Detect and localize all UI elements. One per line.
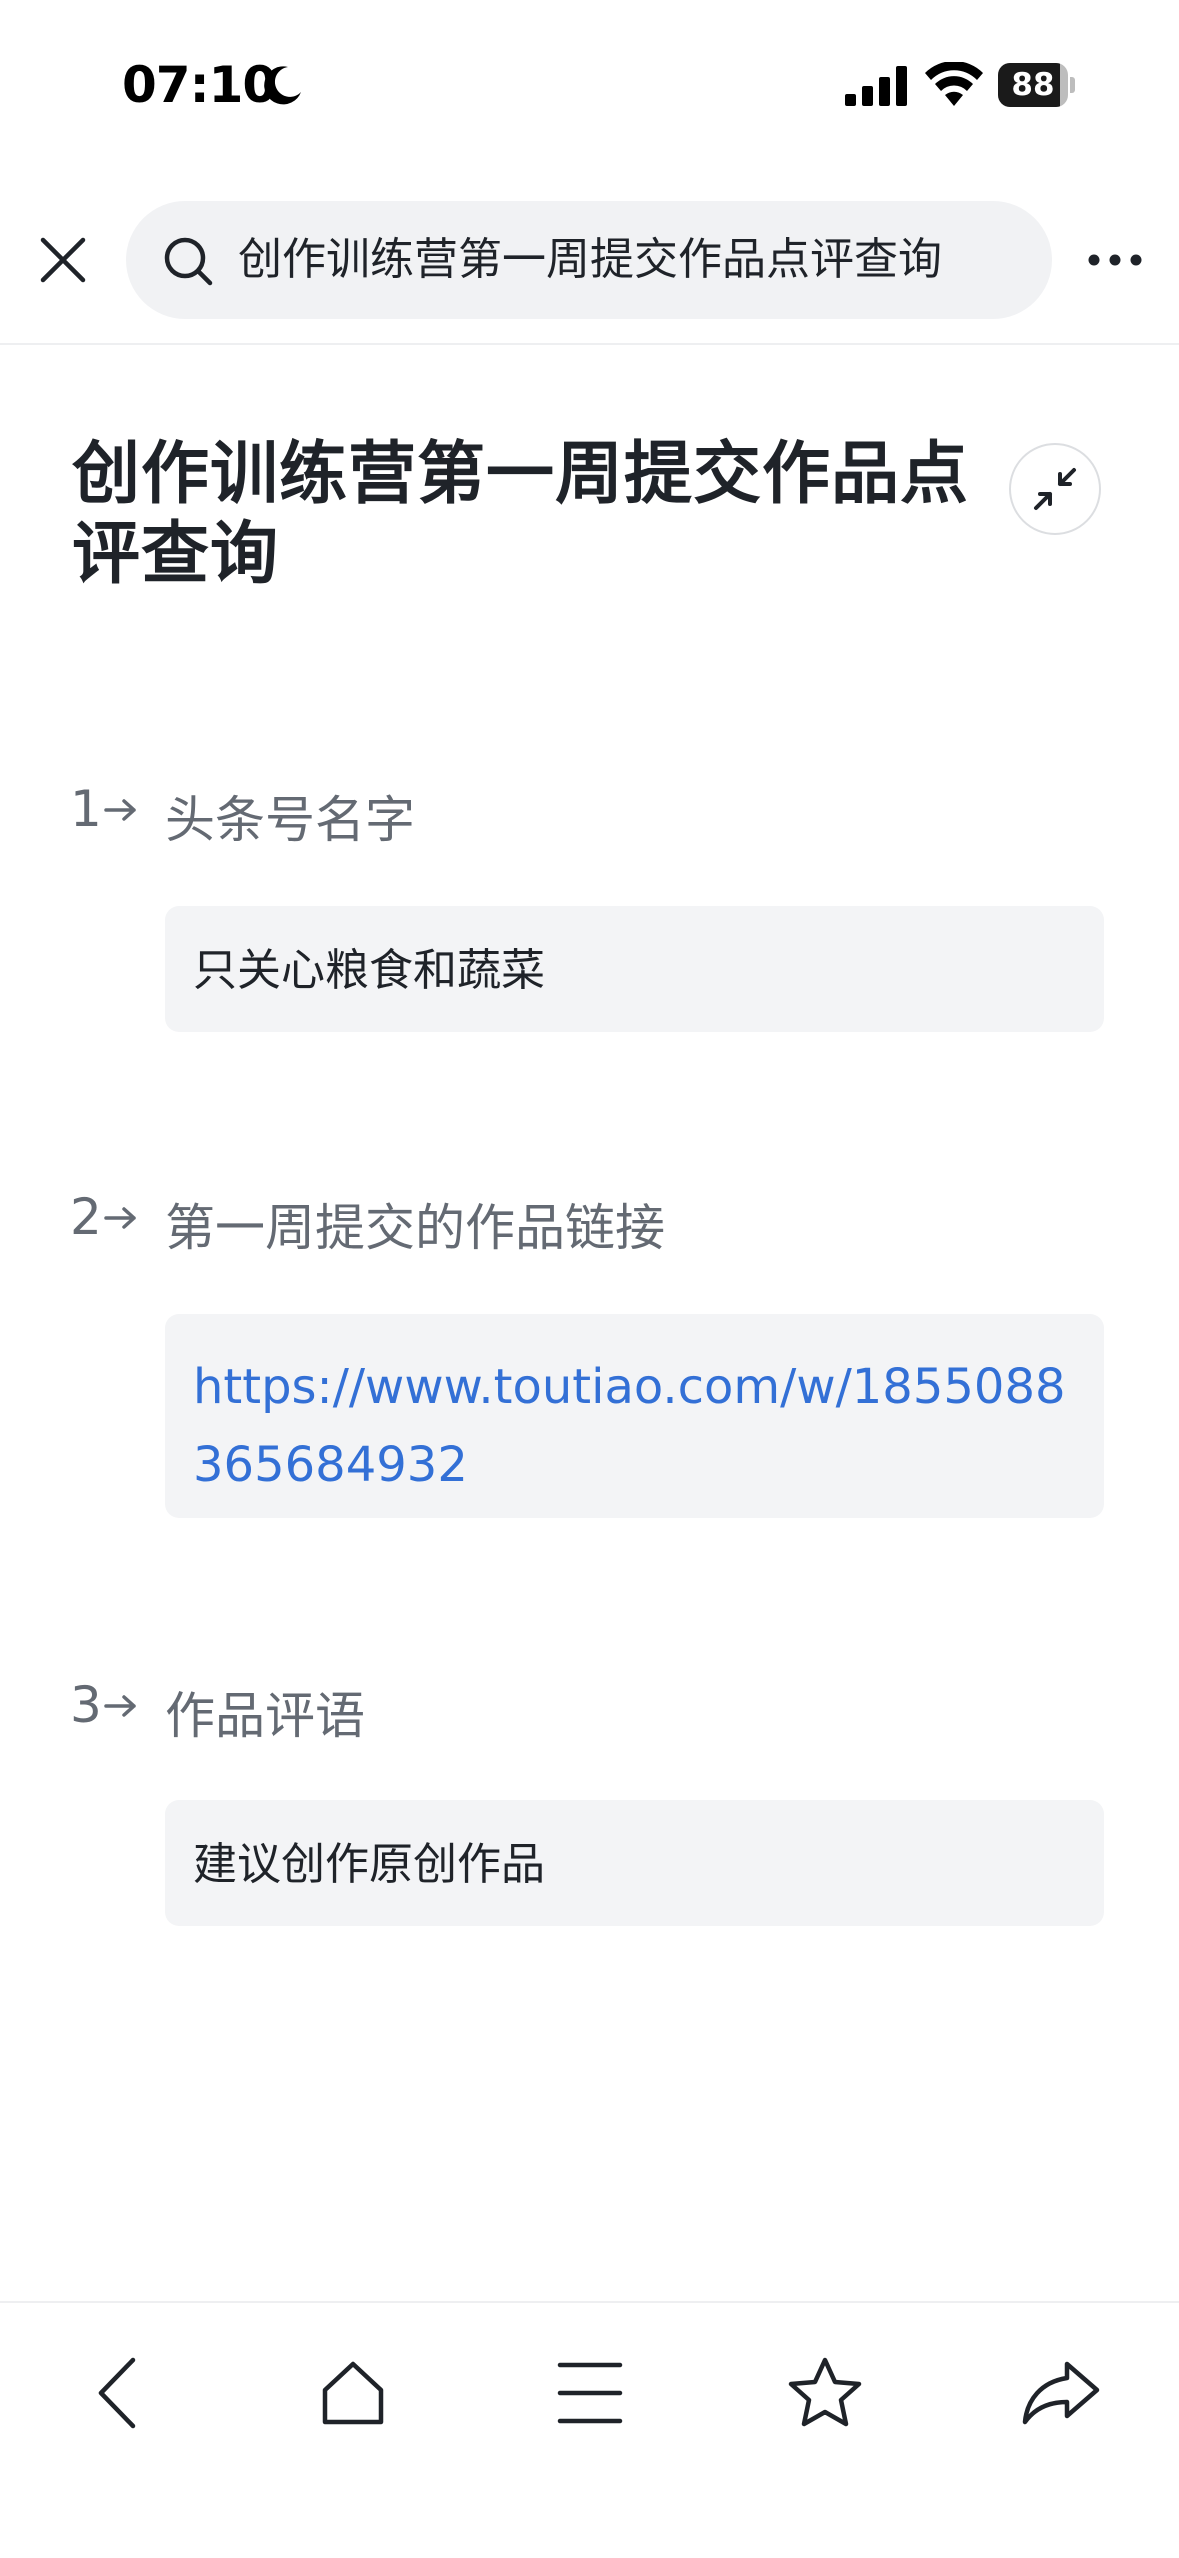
share-icon xyxy=(1022,2361,1100,2425)
collapse-button[interactable] xyxy=(1009,443,1101,535)
question-label: 头条号名字 xyxy=(165,791,415,849)
favorite-button[interactable] xyxy=(775,2343,875,2443)
answer-field: 只关心粮食和蔬菜 xyxy=(165,906,1104,1032)
search-query-text: 创作训练营第一周提交作品点评查询 xyxy=(238,234,942,285)
signal-icon xyxy=(845,66,907,106)
menu-button[interactable] xyxy=(540,2343,640,2443)
bottom-toolbar xyxy=(0,2301,1179,2558)
battery-icon: 88 xyxy=(998,63,1076,107)
close-icon xyxy=(40,237,86,283)
status-time: 07:10 xyxy=(122,56,277,114)
arrow-right-icon xyxy=(104,1207,136,1229)
status-bar: 07:10 88 xyxy=(0,0,1179,170)
share-button[interactable] xyxy=(1011,2343,1111,2443)
menu-icon xyxy=(557,2362,623,2424)
more-options-button[interactable] xyxy=(1080,235,1150,285)
home-icon xyxy=(322,2361,384,2425)
battery-level: 88 xyxy=(1011,67,1055,103)
arrow-right-icon xyxy=(104,799,136,821)
moon-icon xyxy=(264,66,301,105)
question-number: 3 xyxy=(70,1676,102,1734)
close-button[interactable] xyxy=(28,225,98,295)
search-bar[interactable]: 创作训练营第一周提交作品点评查询 xyxy=(126,201,1052,319)
answer-link[interactable]: https://www.toutiao.com/w/18550883656849… xyxy=(165,1314,1104,1518)
home-button[interactable] xyxy=(303,2343,403,2443)
question-number: 2 xyxy=(70,1188,102,1246)
arrow-right-icon xyxy=(104,1695,136,1717)
star-icon xyxy=(788,2357,862,2427)
back-button[interactable] xyxy=(68,2343,168,2443)
more-icon xyxy=(1088,254,1142,266)
answer-field: 建议创作原创作品 xyxy=(165,1800,1104,1926)
question-label: 第一周提交的作品链接 xyxy=(165,1199,665,1257)
question-number: 1 xyxy=(70,780,102,838)
wifi-icon xyxy=(925,62,983,106)
collapse-icon xyxy=(1034,468,1076,510)
page-title: 创作训练营第一周提交作品点评查询 xyxy=(72,435,970,594)
search-icon xyxy=(164,237,213,286)
question-label: 作品评语 xyxy=(165,1687,365,1745)
top-navigation-bar: 创作训练营第一周提交作品点评查询 xyxy=(0,195,1179,345)
back-icon xyxy=(98,2357,136,2429)
